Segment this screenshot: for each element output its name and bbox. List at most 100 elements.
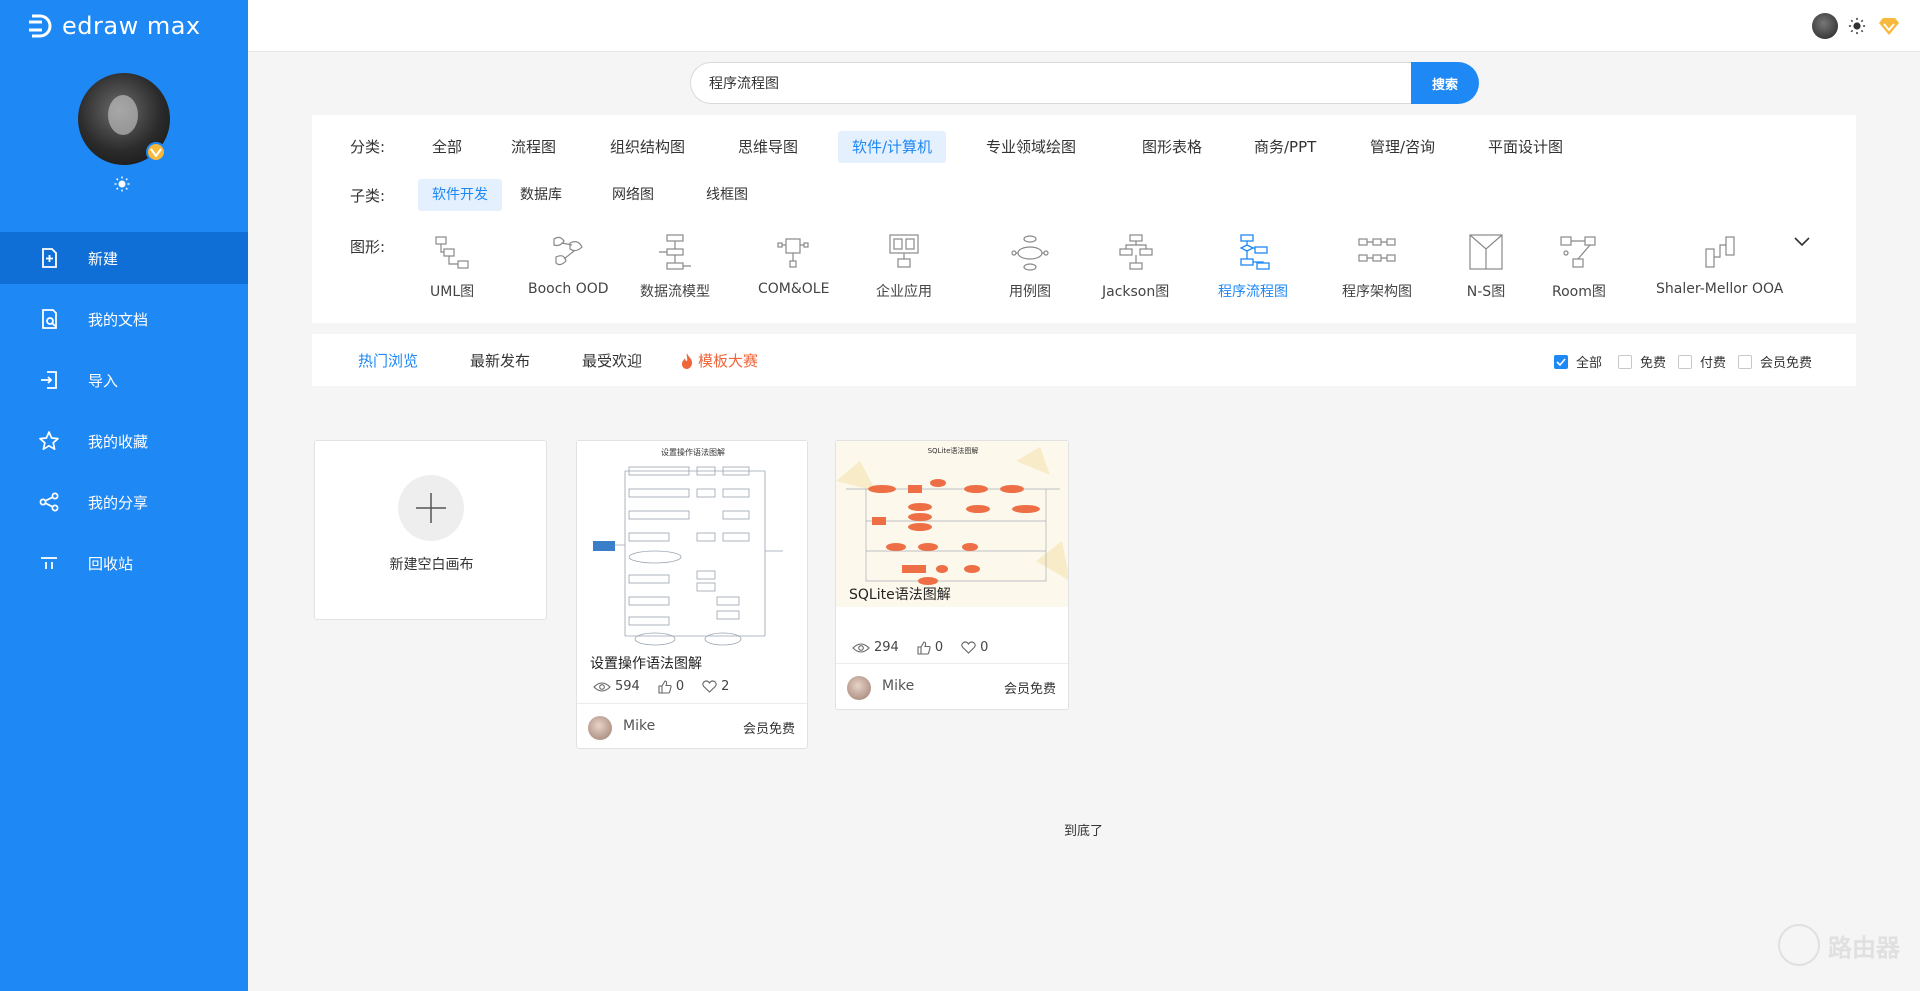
- search-input[interactable]: [690, 62, 1412, 104]
- thumbs-up-icon[interactable]: [658, 679, 672, 694]
- author-name[interactable]: Mike: [882, 678, 914, 694]
- category-all[interactable]: 全部: [418, 131, 476, 163]
- heart-icon[interactable]: [961, 641, 976, 654]
- subcategory-label: 子类:: [350, 187, 386, 205]
- shape-enterprise-app[interactable]: 企业应用: [876, 233, 932, 301]
- category-flowchart[interactable]: 流程图: [497, 131, 570, 163]
- shaler-mellor-icon: [1705, 236, 1735, 268]
- search-bar: 搜索: [690, 62, 1479, 104]
- sidebar-item-recycle-bin[interactable]: 回收站: [0, 537, 248, 589]
- category-management[interactable]: 管理/咨询: [1356, 131, 1449, 163]
- template-thumbnail[interactable]: SQLite语法图解: [836, 441, 1068, 607]
- sort-tabs: 热门浏览 最新发布 最受欢迎 模板大赛 全部 免费 付费 会员免费: [312, 334, 1856, 386]
- shape-com-ole[interactable]: COM&OLE: [758, 233, 829, 297]
- sidebar-item-label: 我的文档: [88, 310, 149, 329]
- shape-use-case[interactable]: 用例图: [1008, 233, 1052, 301]
- sidebar-item-my-documents[interactable]: 我的文档: [0, 293, 248, 345]
- sidebar-item-shares[interactable]: 我的分享: [0, 476, 248, 528]
- com-ole-icon: [777, 238, 809, 268]
- sidebar-item-label: 我的收藏: [88, 432, 149, 451]
- subcategory-database[interactable]: 数据库: [506, 179, 576, 211]
- category-software[interactable]: 软件/计算机: [838, 131, 947, 163]
- thumbs-up-icon[interactable]: [917, 640, 931, 655]
- filter-checkbox-all[interactable]: 全部: [1554, 352, 1602, 371]
- template-stats: 294 0 0: [852, 640, 988, 655]
- jackson-diagram-icon: [1119, 234, 1153, 270]
- filter-checkbox-paid[interactable]: 付费: [1678, 352, 1726, 371]
- tab-latest[interactable]: 最新发布: [470, 350, 530, 371]
- edraw-logo-icon: [29, 14, 52, 38]
- shape-ns[interactable]: N-S图: [1464, 233, 1508, 301]
- chevron-down-icon[interactable]: [1792, 235, 1812, 249]
- shape-data-flow[interactable]: 数据流模型: [640, 233, 710, 301]
- tab-hot[interactable]: 热门浏览: [358, 350, 418, 371]
- like-count: 0: [934, 640, 944, 655]
- new-blank-canvas-card[interactable]: 新建空白画布: [314, 440, 547, 620]
- shape-booch-ood[interactable]: Booch OOD: [528, 233, 609, 297]
- shape-label: 图形:: [350, 238, 386, 256]
- filter-checkbox-free[interactable]: 免费: [1618, 352, 1666, 371]
- shape-room[interactable]: Room图: [1552, 233, 1606, 301]
- sidebar-item-import[interactable]: 导入: [0, 354, 248, 406]
- sun-icon[interactable]: [114, 176, 130, 192]
- tab-template-contest[interactable]: 模板大赛: [680, 350, 758, 371]
- sidebar-item-favorites[interactable]: 我的收藏: [0, 415, 248, 467]
- shape-jackson[interactable]: Jackson图: [1102, 233, 1169, 301]
- author-avatar[interactable]: [588, 716, 612, 740]
- shape-uml[interactable]: UML图: [430, 233, 474, 301]
- new-file-icon: [38, 247, 60, 269]
- ns-diagram-icon: [1469, 234, 1503, 270]
- filter-panel: 分类: 全部 流程图 组织结构图 思维导图 软件/计算机 专业领域绘图 图形表格…: [312, 115, 1856, 323]
- top-bar: [248, 0, 1920, 52]
- enterprise-app-icon: [889, 234, 919, 268]
- eye-icon: [593, 681, 611, 692]
- vip-diamond-icon[interactable]: [1878, 15, 1900, 37]
- template-card[interactable]: 设置操作语法图解 设置操作语法图解 594 0 2 Mike 会员免费: [576, 440, 808, 749]
- share-icon: [38, 491, 60, 513]
- author-avatar[interactable]: [847, 676, 871, 700]
- category-org-chart[interactable]: 组织结构图: [596, 131, 699, 163]
- watermark-logo-icon: [1778, 924, 1820, 966]
- checkbox-icon: [1738, 354, 1752, 369]
- tab-popular[interactable]: 最受欢迎: [582, 350, 642, 371]
- category-mind-map[interactable]: 思维导图: [724, 131, 812, 163]
- template-stats: 594 0 2: [593, 679, 729, 694]
- template-card[interactable]: SQLite语法图解 SQLite语法图解 294 0 0 Mike 会员免费: [835, 440, 1069, 710]
- sidebar-item-label: 回收站: [88, 554, 134, 573]
- category-professional[interactable]: 专业领域绘图: [972, 131, 1090, 163]
- fire-icon: [682, 352, 693, 369]
- logo-text: edraw max: [62, 12, 201, 40]
- filter-checkbox-vip-free[interactable]: 会员免费: [1738, 352, 1812, 371]
- sidebar-item-new[interactable]: 新建: [0, 232, 248, 284]
- logo[interactable]: edraw max: [26, 10, 201, 42]
- subcategory-wireframe[interactable]: 线框图: [692, 179, 762, 211]
- author-name[interactable]: Mike: [623, 718, 655, 734]
- subcategory-network[interactable]: 网络图: [598, 179, 668, 211]
- vip-badge-icon: [146, 142, 166, 162]
- top-user-avatar[interactable]: [1812, 13, 1838, 39]
- shape-program-architecture[interactable]: 程序架构图: [1342, 233, 1412, 301]
- use-case-icon: [1011, 235, 1049, 271]
- favorite-count: 0: [980, 640, 989, 655]
- template-title: 设置操作语法图解: [590, 656, 702, 672]
- category-graphic-design[interactable]: 平面设计图: [1474, 131, 1577, 163]
- program-architecture-icon: [1358, 238, 1396, 262]
- watermark-text: 路由器: [1828, 933, 1900, 962]
- heart-icon[interactable]: [702, 680, 717, 693]
- search-button[interactable]: 搜索: [1411, 62, 1479, 104]
- template-footer: Mike 会员免费: [836, 663, 1068, 709]
- checkbox-checked-icon: [1554, 354, 1568, 369]
- shape-shaler-mellor[interactable]: Shaler-Mellor OOA: [1656, 233, 1783, 297]
- documents-icon: [38, 308, 60, 330]
- theme-sun-icon[interactable]: [1848, 17, 1866, 35]
- room-diagram-icon: [1560, 236, 1596, 268]
- checkbox-icon: [1618, 354, 1632, 369]
- subcategory-software-dev[interactable]: 软件开发: [418, 179, 502, 211]
- shape-program-flowchart[interactable]: 程序流程图: [1218, 233, 1288, 301]
- plus-icon: [398, 475, 464, 541]
- template-thumbnail[interactable]: 设置操作语法图解: [577, 441, 807, 661]
- category-graphics-tables[interactable]: 图形表格: [1128, 131, 1216, 163]
- category-business-ppt[interactable]: 商务/PPT: [1240, 131, 1330, 163]
- favorite-count: 2: [721, 679, 730, 694]
- sidebar: edraw max 新建 我的文档 导入 我的收藏 我的分享 回收站: [0, 0, 248, 991]
